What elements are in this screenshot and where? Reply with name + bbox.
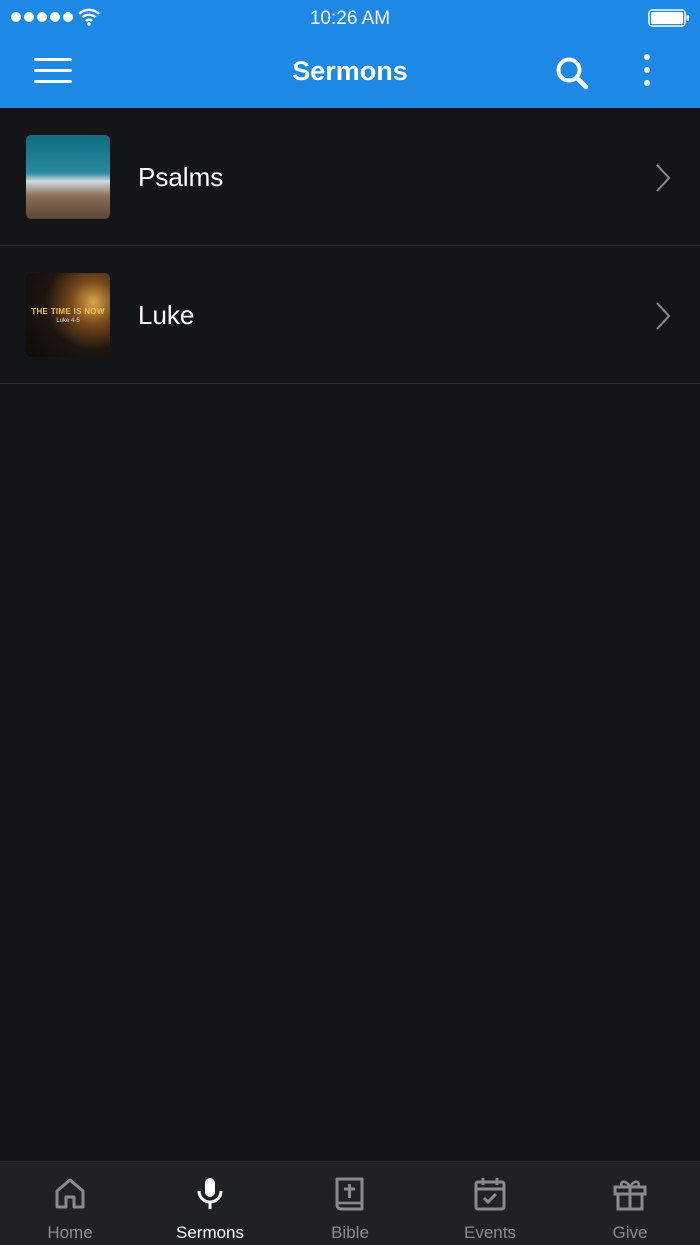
tab-sermons[interactable]: Sermons <box>140 1162 280 1245</box>
tab-bar: Home Sermons Bible Events Give <box>0 1161 700 1245</box>
tab-label: Home <box>47 1223 93 1242</box>
series-title: Luke <box>138 300 195 330</box>
status-time: 10:26 AM <box>309 8 391 29</box>
tab-bible[interactable]: Bible <box>280 1162 420 1245</box>
tab-label: Bible <box>331 1223 369 1242</box>
chevron-right-icon <box>656 164 671 192</box>
chevron-right-icon <box>656 302 671 330</box>
thumbnail-subtitle: Luke 4-5 <box>56 317 80 324</box>
microphone-icon <box>197 1178 223 1209</box>
page-title: Sermons <box>292 56 408 86</box>
tab-label: Sermons <box>175 1223 245 1242</box>
series-thumbnail <box>26 135 110 219</box>
list-item[interactable]: Psalms <box>0 108 700 246</box>
sermon-series-list: Psalms THE TIME IS NOW Luke 4-5 Luke <box>0 108 700 384</box>
more-options-button[interactable] <box>640 54 654 90</box>
battery-icon <box>648 9 689 27</box>
series-title: Psalms <box>138 162 224 192</box>
tab-label: Give <box>612 1223 648 1242</box>
status-bar: 10:26 AM <box>0 0 700 36</box>
calendar-check-icon <box>474 1178 506 1211</box>
search-icon[interactable] <box>555 56 589 90</box>
home-icon <box>55 1178 85 1209</box>
gift-icon <box>613 1180 647 1211</box>
tab-label: Events <box>464 1223 516 1242</box>
tab-give[interactable]: Give <box>560 1162 700 1245</box>
list-item[interactable]: THE TIME IS NOW Luke 4-5 Luke <box>0 246 700 384</box>
tab-home[interactable]: Home <box>0 1162 140 1245</box>
app-bar: Sermons <box>0 36 700 108</box>
tab-events[interactable]: Events <box>420 1162 560 1245</box>
series-thumbnail: THE TIME IS NOW Luke 4-5 <box>26 273 110 357</box>
thumbnail-title: THE TIME IS NOW <box>31 306 105 316</box>
bible-icon <box>335 1177 364 1211</box>
